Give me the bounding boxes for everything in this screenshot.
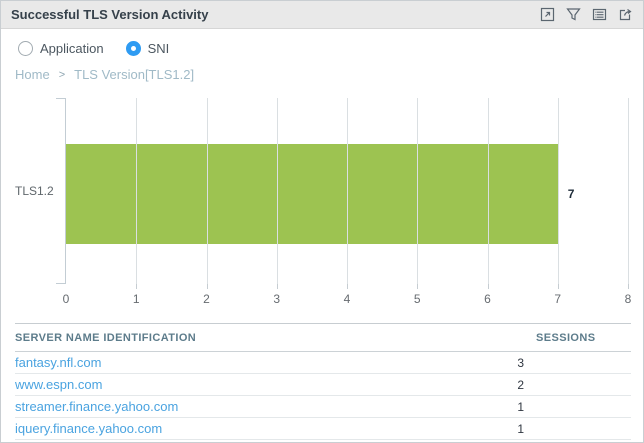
session-bar-track [530, 401, 631, 412]
gridline [488, 98, 489, 284]
radio-option-sni[interactable]: SNI [126, 41, 170, 56]
session-count: 1 [498, 422, 524, 436]
gridline [558, 98, 559, 284]
session-bar-track [530, 379, 631, 390]
x-tick-label: 3 [273, 292, 280, 306]
sni-link[interactable]: www.espn.com [15, 377, 498, 392]
axis-tick [558, 284, 559, 289]
view-toggle: Application SNI [1, 29, 643, 57]
y-category-label: TLS1.2 [15, 184, 54, 198]
gridline [207, 98, 208, 284]
session-bar-track [530, 357, 631, 368]
x-tick-label: 8 [625, 292, 632, 306]
open-new-window-icon[interactable] [540, 7, 555, 22]
export-icon[interactable] [618, 7, 633, 22]
plot-area: 7 012345678 [65, 98, 628, 284]
table-row: fantasy.nfl.com 3 [15, 352, 631, 374]
radio-label: SNI [148, 41, 170, 56]
breadcrumb-current[interactable]: TLS Version[TLS1.2] [74, 67, 194, 82]
axis-tick [347, 284, 348, 289]
x-tick-label: 6 [484, 292, 491, 306]
header-toolbar [540, 7, 633, 22]
radio-circle-icon[interactable] [126, 41, 141, 56]
table-body: fantasy.nfl.com 3 www.espn.com 2 streame… [15, 352, 631, 440]
gridline [347, 98, 348, 284]
gridline [417, 98, 418, 284]
x-tick-label: 0 [63, 292, 70, 306]
widget-header: Successful TLS Version Activity [1, 1, 643, 29]
table-header-row: SERVER NAME IDENTIFICATION SESSIONS [15, 324, 631, 352]
table-view-icon[interactable] [592, 7, 607, 22]
breadcrumb: Home > TLS Version[TLS1.2] [1, 57, 643, 82]
gridline [277, 98, 278, 284]
sni-link[interactable]: iquery.finance.yahoo.com [15, 421, 498, 436]
axis-tick [488, 284, 489, 289]
x-tick-label: 5 [414, 292, 421, 306]
widget-title: Successful TLS Version Activity [11, 7, 208, 22]
breadcrumb-home[interactable]: Home [15, 67, 50, 82]
filter-icon[interactable] [566, 7, 581, 22]
axis-tick [417, 284, 418, 289]
tls-activity-widget: Successful TLS Version Activity Applicat… [0, 0, 644, 443]
axis-tick [628, 284, 629, 289]
x-tick-label: 1 [133, 292, 140, 306]
sni-link[interactable]: fantasy.nfl.com [15, 355, 498, 370]
bar-value-label: 7 [568, 187, 575, 201]
x-tick-label: 4 [344, 292, 351, 306]
x-tick-label: 2 [203, 292, 210, 306]
table-row: iquery.finance.yahoo.com 1 [15, 418, 631, 440]
session-count: 2 [498, 378, 524, 392]
session-count: 3 [498, 356, 524, 370]
table-row: streamer.finance.yahoo.com 1 [15, 396, 631, 418]
breadcrumb-separator: > [59, 69, 65, 81]
x-tick-label: 7 [554, 292, 561, 306]
column-header-sni: SERVER NAME IDENTIFICATION [15, 332, 498, 344]
axis-tick [207, 284, 208, 289]
radio-option-application[interactable]: Application [18, 41, 104, 56]
radio-circle-icon[interactable] [18, 41, 33, 56]
table-row: www.espn.com 2 [15, 374, 631, 396]
bar-tls[interactable] [66, 144, 558, 244]
column-header-sessions: SESSIONS [498, 332, 631, 344]
session-count: 1 [498, 400, 524, 414]
axis-tick [277, 284, 278, 289]
sni-sessions-table: SERVER NAME IDENTIFICATION SESSIONS fant… [15, 323, 631, 440]
gridline [136, 98, 137, 284]
gridline [628, 98, 629, 284]
sni-link[interactable]: streamer.finance.yahoo.com [15, 399, 498, 414]
session-bar-track [530, 423, 631, 434]
axis-tick [136, 284, 137, 289]
radio-label: Application [40, 41, 104, 56]
